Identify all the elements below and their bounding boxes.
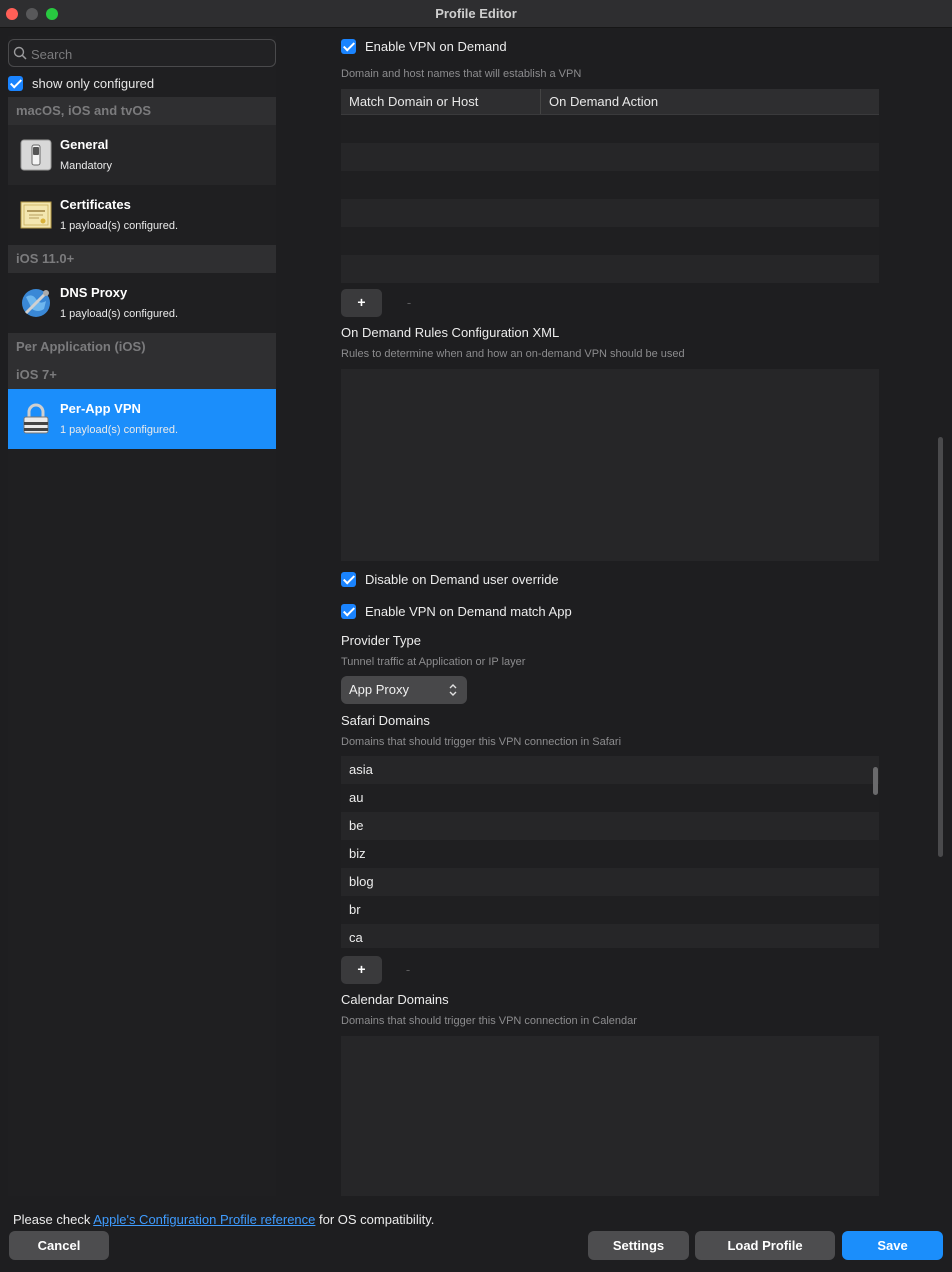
- column-header-match-domain[interactable]: Match Domain or Host: [341, 89, 541, 114]
- note-prefix: Please check: [13, 1212, 94, 1227]
- table-row[interactable]: [341, 143, 879, 171]
- list-item[interactable]: be: [341, 812, 879, 840]
- section-header: Per Application (iOS): [8, 333, 276, 361]
- list-item[interactable]: asia: [341, 756, 879, 784]
- compatibility-note: Please check Apple's Configuration Profi…: [13, 1212, 434, 1227]
- rules-xml-textarea[interactable]: [341, 369, 879, 561]
- on-demand-match-table[interactable]: Match Domain or Host On Demand Action: [341, 89, 879, 283]
- show-only-configured-checkbox[interactable]: [8, 75, 23, 91]
- list-item[interactable]: br: [341, 896, 879, 924]
- disable-override-toggle[interactable]: Disable on Demand user override: [341, 572, 559, 587]
- window-title: Profile Editor: [435, 6, 517, 21]
- editor-scrollbar[interactable]: [938, 437, 943, 857]
- calendar-domains-list[interactable]: [341, 1036, 879, 1196]
- provider-type-label: Provider Type: [341, 633, 421, 648]
- table-row[interactable]: [341, 227, 879, 255]
- chevron-up-down-icon: [449, 684, 457, 696]
- save-button[interactable]: Save: [842, 1231, 943, 1260]
- rules-xml-label: On Demand Rules Configuration XML: [341, 325, 560, 340]
- add-match-domain-button[interactable]: +: [341, 289, 382, 317]
- calendar-domains-label: Calendar Domains: [341, 992, 449, 1007]
- remove-match-domain-button[interactable]: -: [399, 293, 419, 313]
- add-safari-domain-button[interactable]: +: [341, 956, 382, 984]
- sidebar-item-general[interactable]: General Mandatory: [8, 125, 276, 185]
- sidebar-item-name: Per-App VPN: [60, 401, 141, 416]
- rules-xml-hint: Rules to determine when and how an on-de…: [341, 348, 685, 360]
- note-suffix: for OS compatibility.: [315, 1212, 435, 1227]
- provider-type-hint: Tunnel traffic at Application or IP laye…: [341, 656, 526, 668]
- sidebar-item-per-app-vpn[interactable]: Per-App VPN 1 payload(s) configured.: [8, 389, 276, 449]
- table-row[interactable]: [341, 115, 879, 143]
- payload-list: macOS, iOS and tvOS General Mandatory Ce…: [8, 97, 276, 449]
- list-item[interactable]: biz: [341, 840, 879, 868]
- table-header: Match Domain or Host On Demand Action: [341, 89, 879, 115]
- search-input[interactable]: [31, 44, 271, 64]
- sidebar-item-name: Certificates: [60, 197, 131, 212]
- list-item[interactable]: blog: [341, 868, 879, 896]
- sidebar-item-certificates[interactable]: Certificates 1 payload(s) configured.: [8, 185, 276, 245]
- sidebar-item-status: 1 payload(s) configured.: [60, 308, 179, 320]
- safari-domains-scrollbar[interactable]: [873, 767, 878, 795]
- safari-domains-list[interactable]: asia au be biz blog br ca: [341, 756, 879, 948]
- enable-vpn-on-demand-toggle[interactable]: Enable VPN on Demand: [341, 39, 507, 54]
- cancel-button[interactable]: Cancel: [9, 1231, 109, 1260]
- globe-icon: [22, 289, 50, 317]
- sidebar-item-status: 1 payload(s) configured.: [60, 424, 179, 436]
- sidebar: show only configured macOS, iOS and tvOS…: [8, 36, 276, 1196]
- remove-safari-domain-button[interactable]: -: [398, 960, 418, 980]
- switch-icon: [20, 139, 52, 171]
- settings-button[interactable]: Settings: [588, 1231, 689, 1260]
- section-header: macOS, iOS and tvOS: [8, 97, 276, 125]
- show-only-configured-toggle[interactable]: show only configured: [8, 74, 154, 92]
- sidebar-item-status: 1 payload(s) configured.: [60, 220, 179, 232]
- certificate-icon: [20, 201, 52, 229]
- show-only-configured-label: show only configured: [32, 75, 155, 91]
- lock-icon: [23, 403, 49, 434]
- title-bar: Profile Editor: [0, 0, 952, 28]
- on-demand-hint: Domain and host names that will establis…: [341, 68, 582, 80]
- enable-match-app-toggle[interactable]: Enable VPN on Demand match App: [341, 604, 572, 619]
- provider-type-value: App Proxy: [349, 682, 409, 697]
- table-row[interactable]: [341, 199, 879, 227]
- safari-domains-label: Safari Domains: [341, 713, 430, 728]
- section-header: iOS 11.0+: [8, 245, 276, 273]
- section-header: iOS 7+: [8, 361, 276, 389]
- provider-type-select[interactable]: App Proxy: [341, 676, 467, 704]
- search-field[interactable]: [8, 39, 276, 67]
- list-item[interactable]: ca: [341, 924, 879, 948]
- enable-match-app-label: Enable VPN on Demand match App: [365, 604, 572, 619]
- sidebar-item-status: Mandatory: [60, 160, 112, 172]
- table-row[interactable]: [341, 171, 879, 199]
- sidebar-item-name: DNS Proxy: [60, 285, 128, 300]
- enable-match-app-checkbox[interactable]: [341, 604, 356, 619]
- sidebar-item-name: General: [60, 137, 109, 152]
- safari-domains-hint: Domains that should trigger this VPN con…: [341, 736, 622, 748]
- column-header-on-demand-action[interactable]: On Demand Action: [541, 89, 658, 114]
- list-item[interactable]: au: [341, 784, 879, 812]
- enable-vpn-on-demand-checkbox[interactable]: [341, 39, 356, 54]
- disable-override-label: Disable on Demand user override: [365, 572, 559, 587]
- enable-vpn-on-demand-label: Enable VPN on Demand: [365, 39, 507, 54]
- disable-override-checkbox[interactable]: [341, 572, 356, 587]
- sidebar-item-dns-proxy[interactable]: DNS Proxy 1 payload(s) configured.: [8, 273, 276, 333]
- load-profile-button[interactable]: Load Profile: [695, 1231, 835, 1260]
- search-icon: [13, 46, 27, 60]
- configuration-profile-reference-link[interactable]: Apple's Configuration Profile reference: [93, 1212, 315, 1227]
- table-row[interactable]: [341, 255, 879, 283]
- calendar-domains-hint: Domains that should trigger this VPN con…: [341, 1015, 637, 1027]
